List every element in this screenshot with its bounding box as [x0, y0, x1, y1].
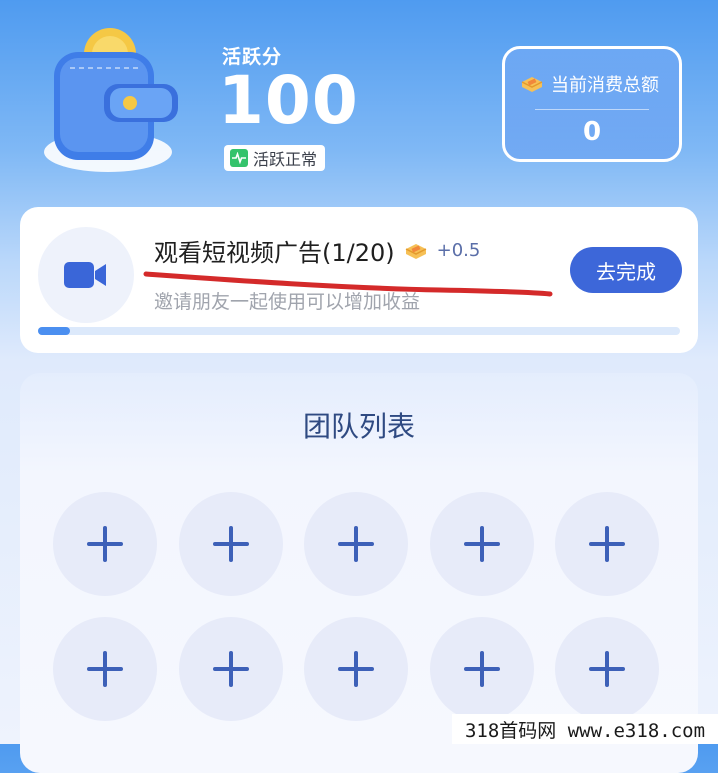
add-member-slot[interactable] — [304, 617, 408, 721]
watermark: 318首码网 www.e318.com — [452, 714, 718, 744]
total-spend-header: 当前消费总额 — [519, 71, 659, 97]
add-member-slot[interactable] — [429, 617, 534, 721]
status-badge: 活跃正常 — [224, 145, 326, 171]
plus-icon — [338, 526, 374, 562]
add-member-slot[interactable] — [429, 492, 534, 596]
add-member-slot[interactable] — [555, 492, 659, 596]
gold-ingot-icon — [521, 77, 543, 92]
plus-icon — [87, 526, 123, 562]
plus-icon — [212, 651, 249, 687]
plus-icon — [589, 651, 625, 687]
add-member-slot[interactable] — [178, 617, 283, 721]
add-member-slot[interactable] — [555, 617, 659, 721]
team-list-panel: 团队列表 — [20, 373, 698, 773]
task-progress-fill — [38, 327, 71, 335]
task-title-row: 观看短视频广告(1/20) +0.5 — [154, 233, 480, 268]
plus-icon — [463, 651, 500, 687]
video-camera-icon — [64, 262, 106, 288]
add-member-slot[interactable] — [178, 492, 283, 596]
plus-icon — [212, 526, 249, 562]
task-progress-bar — [38, 327, 680, 335]
header: 活跃分 100 活跃正常 当前消费总额 0 — [0, 0, 718, 200]
pulse-icon — [230, 149, 248, 167]
add-member-slot[interactable] — [53, 492, 157, 596]
activity-score-value: 100 — [218, 62, 359, 139]
status-text: 活跃正常 — [253, 150, 318, 169]
total-spend-label: 当前消费总额 — [551, 75, 659, 96]
plus-icon — [463, 526, 500, 562]
task-icon-circle — [38, 227, 134, 323]
gold-ingot-icon — [405, 243, 426, 259]
plus-icon — [338, 651, 374, 687]
complete-task-button[interactable]: 去完成 — [570, 247, 682, 293]
plus-icon — [589, 526, 625, 562]
task-reward: +0.5 — [436, 240, 481, 261]
wallet-icon — [44, 28, 178, 172]
total-spend-value: 0 — [582, 117, 602, 147]
plus-icon — [87, 651, 123, 687]
total-spend-card[interactable]: 当前消费总额 0 — [502, 46, 682, 162]
team-list-title: 团队列表 — [302, 410, 415, 443]
task-description: 邀请朋友一起使用可以增加收益 — [154, 291, 421, 313]
task-card: 观看短视频广告(1/20) +0.5 邀请朋友一起使用可以增加收益 去完成 — [20, 207, 698, 353]
task-title: 观看短视频广告(1/20) — [154, 239, 395, 267]
divider — [535, 109, 649, 110]
add-member-slot[interactable] — [53, 617, 157, 721]
add-member-slot[interactable] — [304, 492, 408, 596]
